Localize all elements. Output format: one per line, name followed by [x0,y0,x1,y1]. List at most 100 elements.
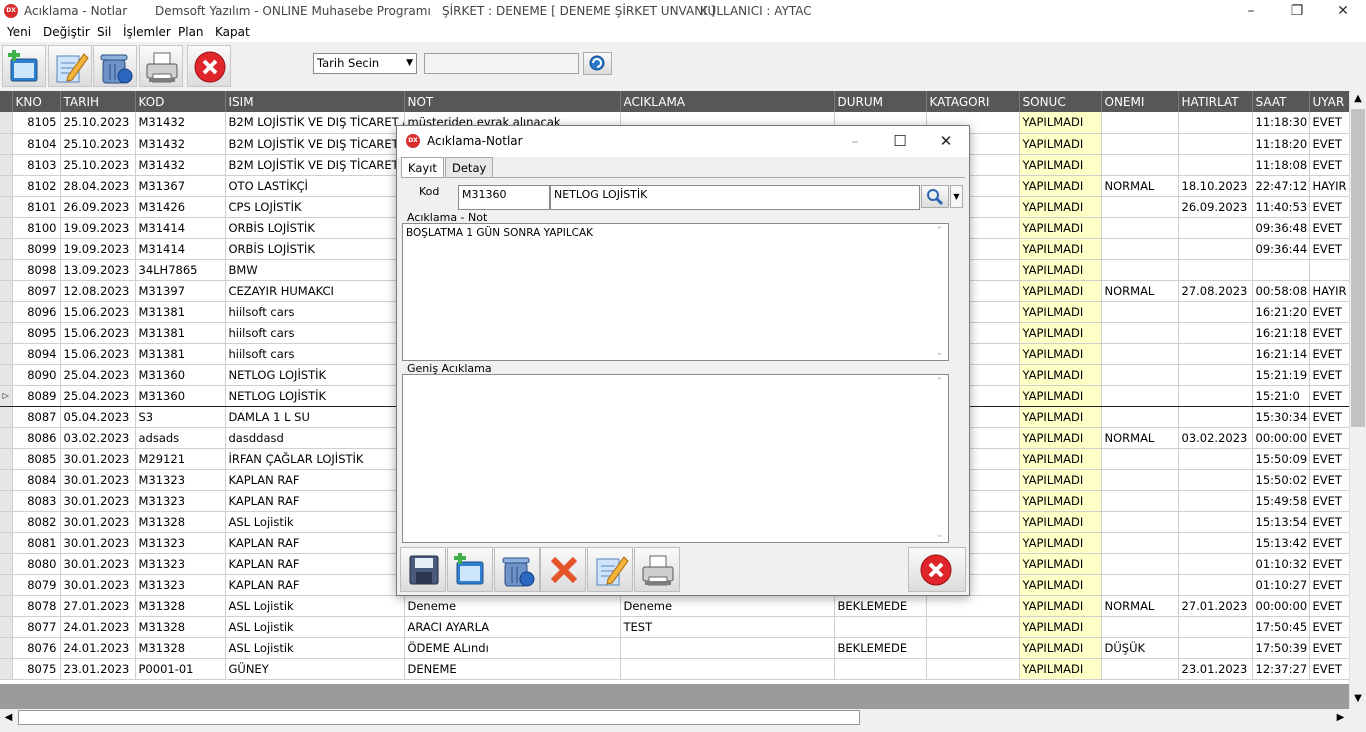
cell-onemi[interactable]: NORMAL [1101,175,1179,197]
cell-kno[interactable]: 8075 [12,658,61,680]
cell-onemi[interactable] [1101,196,1179,218]
cell-uyar[interactable]: EVET [1309,532,1350,554]
cell-isim[interactable]: KAPLAN RAF [225,574,405,596]
cell-hatirlat[interactable] [1178,574,1253,596]
chevron-down-icon[interactable]: ⌄ [931,530,948,540]
cell-sonuc[interactable]: YAPILMADI [1019,532,1102,554]
cell-saat[interactable]: 11:18:08 [1252,154,1310,176]
cell-kod[interactable]: S3 [135,406,226,428]
kod-name-field[interactable]: NETLOG LOJİSTİK [550,185,920,210]
cell-kod[interactable]: M29121 [135,448,226,470]
table-row[interactable]: 8077 24.01.2023 M31328 ASL Lojistik ARACI AY… [0,616,1350,638]
column-header-hatirlat[interactable]: HATIRLAT [1178,91,1253,112]
row-indicator[interactable] [0,406,13,428]
cell-aciklama[interactable] [620,658,835,680]
row-indicator[interactable] [0,154,13,176]
cell-not[interactable]: DENEME [404,658,621,680]
cell-hatirlat[interactable] [1178,343,1253,365]
row-indicator[interactable] [0,280,13,302]
column-header-not[interactable]: NOT [404,91,621,112]
cell-saat[interactable]: 15:50:02 [1252,469,1310,491]
cell-kod[interactable]: M31328 [135,511,226,533]
cell-saat[interactable]: 15:21:19 [1252,364,1310,386]
cell-tarih[interactable]: 12.08.2023 [60,280,136,302]
genis-aciklama-textarea[interactable]: ⌃ ⌄ [402,374,949,543]
cell-tarih[interactable]: 25.10.2023 [60,133,136,155]
row-indicator[interactable] [0,616,13,638]
cell-uyar[interactable]: EVET [1309,658,1350,680]
cell-tarih[interactable]: 24.01.2023 [60,616,136,638]
cell-saat[interactable]: 00:00:00 [1252,427,1310,449]
cell-uyar[interactable]: HAYIR [1309,175,1350,197]
cell-saat[interactable]: 11:40:53 [1252,196,1310,218]
cell-saat[interactable]: 22:47:12 [1252,175,1310,197]
cell-sonuc[interactable]: YAPILMADI [1019,280,1102,302]
cell-onemi[interactable] [1101,658,1179,680]
cell-kod[interactable]: M31397 [135,280,226,302]
hscroll-thumb[interactable] [18,710,860,725]
edit-button[interactable] [48,45,92,87]
aciklama-scrollbar[interactable]: ⌃ ⌄ [931,224,948,360]
cell-uyar[interactable]: HAYIR [1309,280,1350,302]
row-indicator[interactable] [0,175,13,197]
cell-isim[interactable]: GÜNEY [225,658,405,680]
cell-hatirlat[interactable] [1178,511,1253,533]
scroll-up-icon[interactable]: ▲ [1350,91,1366,107]
row-indicator[interactable] [0,133,13,155]
cell-onemi[interactable]: NORMAL [1101,427,1179,449]
cell-saat[interactable]: 15:21:0 [1252,384,1310,407]
cell-tarih[interactable]: 25.04.2023 [60,384,136,407]
cell-kno[interactable]: 8098 [12,259,61,281]
cell-saat[interactable]: 16:21:20 [1252,301,1310,323]
cell-isim[interactable]: KAPLAN RAF [225,469,405,491]
cell-saat[interactable]: 15:49:58 [1252,490,1310,512]
cell-onemi[interactable] [1101,448,1179,470]
cell-kno[interactable]: 8101 [12,196,61,218]
cell-not[interactable]: ARACI AYARLA [404,616,621,638]
cell-isim[interactable]: NETLOG LOJİSTİK [225,384,405,407]
cell-kno[interactable]: 8086 [12,427,61,449]
cell-isim[interactable]: DAMLA 1 L SU [225,406,405,428]
menu-islemler[interactable]: İşlemler [123,25,171,39]
cell-uyar[interactable]: EVET [1309,343,1350,365]
cell-sonuc[interactable]: YAPILMADI [1019,154,1102,176]
cell-hatirlat[interactable] [1178,133,1253,155]
cell-kod[interactable]: M31381 [135,322,226,344]
cell-onemi[interactable] [1101,259,1179,281]
cell-aciklama[interactable]: Deneme [620,595,835,617]
cell-isim[interactable]: hiilsoft cars [225,322,405,344]
cell-isim[interactable]: KAPLAN RAF [225,490,405,512]
cell-kod[interactable]: M31328 [135,595,226,617]
cell-tarih[interactable]: 28.04.2023 [60,175,136,197]
cell-saat[interactable]: 16:21:18 [1252,322,1310,344]
delete-button[interactable] [93,45,137,87]
cell-isim[interactable]: CPS LOJİSTİK [225,196,405,218]
cell-kno[interactable]: 8097 [12,280,61,302]
row-indicator[interactable] [0,364,13,386]
cell-uyar[interactable]: EVET [1309,616,1350,638]
dialog-maximize-icon[interactable]: ☐ [880,130,920,152]
cell-isim[interactable]: ASL Lojistik [225,616,405,638]
cell-sonuc[interactable]: YAPILMADI [1019,595,1102,617]
cell-sonuc[interactable]: YAPILMADI [1019,133,1102,155]
cell-hatirlat[interactable]: 27.08.2023 [1178,280,1253,302]
cell-kod[interactable]: M31432 [135,133,226,155]
cell-onemi[interactable] [1101,154,1179,176]
genis-scrollbar[interactable]: ⌃ ⌄ [931,375,948,542]
cell-kod[interactable]: M31360 [135,384,226,407]
cell-kod[interactable]: M31328 [135,637,226,659]
cell-kno[interactable]: 8089 [12,384,61,407]
cell-kno[interactable]: 8100 [12,217,61,239]
cell-tarih[interactable]: 03.02.2023 [60,427,136,449]
column-header-kno[interactable]: KNO [12,91,61,112]
cell-kno[interactable]: 8078 [12,595,61,617]
cell-isim[interactable]: hiilsoft cars [225,301,405,323]
cell-hatirlat[interactable] [1178,406,1253,428]
cell-tarih[interactable]: 30.01.2023 [60,511,136,533]
cell-tarih[interactable]: 25.04.2023 [60,364,136,386]
cell-hatirlat[interactable] [1178,490,1253,512]
cell-kno[interactable]: 8084 [12,469,61,491]
cell-uyar[interactable]: EVET [1309,469,1350,491]
cell-tarih[interactable]: 30.01.2023 [60,448,136,470]
cell-sonuc[interactable]: YAPILMADI [1019,175,1102,197]
